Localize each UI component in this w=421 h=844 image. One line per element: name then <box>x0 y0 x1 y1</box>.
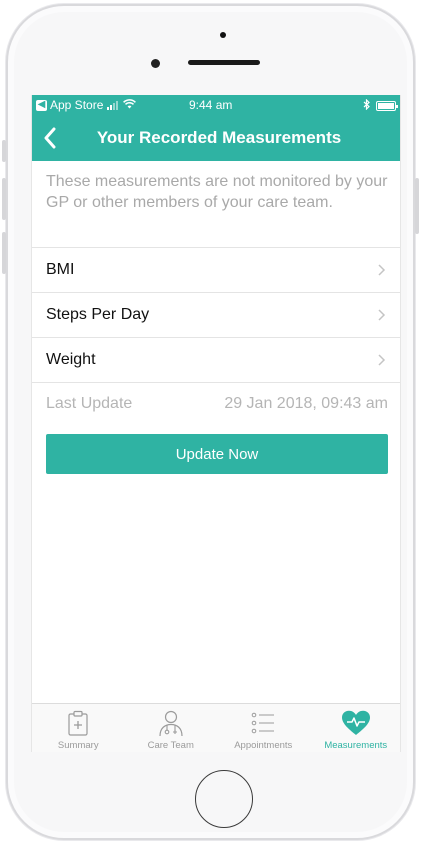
tab-summary[interactable]: Summary <box>32 704 125 752</box>
chevron-right-icon <box>378 354 386 366</box>
list-icon <box>248 708 278 738</box>
tab-bar: Summary Care Team Appointments Measureme… <box>32 703 401 752</box>
back-button[interactable] <box>36 123 64 153</box>
status-time: 9:44 am <box>189 98 233 112</box>
last-update-label: Last Update <box>46 395 133 412</box>
chevron-left-icon <box>44 127 56 149</box>
chevron-right-icon <box>378 264 386 276</box>
doctor-icon <box>156 708 186 738</box>
tab-care-team[interactable]: Care Team <box>125 704 218 752</box>
back-to-app[interactable]: ◀ App Store <box>36 98 137 112</box>
measurement-row-bmi[interactable]: BMI <box>32 248 400 292</box>
home-button[interactable] <box>195 770 253 828</box>
tab-label: Care Team <box>147 740 194 751</box>
earpiece-speaker <box>188 60 260 65</box>
status-right <box>363 98 398 113</box>
bluetooth-icon <box>363 98 370 113</box>
navigation-bar: Your Recorded Measurements <box>32 115 400 161</box>
measurement-row-weight[interactable]: Weight <box>32 338 400 382</box>
front-camera <box>151 59 160 68</box>
clipboard-icon <box>63 708 93 738</box>
tab-label: Appointments <box>234 740 293 751</box>
volume-down-button <box>2 232 6 274</box>
measurement-label: Weight <box>46 351 96 368</box>
power-button <box>415 178 419 234</box>
tab-label: Measurements <box>324 740 388 751</box>
sensor-dot <box>220 32 226 38</box>
monitoring-notice: These measurements are not monitored by … <box>46 173 388 211</box>
battery-icon <box>376 101 398 111</box>
tab-measurements[interactable]: Measurements <box>310 704 401 752</box>
tab-label: Summary <box>57 740 99 751</box>
tab-appointments[interactable]: Appointments <box>217 704 310 752</box>
signal-icon <box>107 100 119 110</box>
heart-pulse-icon <box>341 708 371 738</box>
last-update-row: Last Update 29 Jan 2018, 09:43 am <box>32 382 400 426</box>
back-app-label: App Store <box>50 98 104 112</box>
app-screen: ◀ App Store 9:44 am Your Recorded Measur… <box>31 95 401 752</box>
page-title: Your Recorded Measurements <box>96 128 342 147</box>
back-arrow-icon: ◀ <box>36 99 47 111</box>
volume-up-button <box>2 178 6 220</box>
measurement-label: BMI <box>46 261 75 278</box>
status-bar: ◀ App Store 9:44 am <box>32 95 400 115</box>
last-update-value: 29 Jan 2018, 09:43 am <box>224 395 388 412</box>
chevron-right-icon <box>378 309 386 321</box>
wifi-icon <box>123 98 137 112</box>
measurement-label: Steps Per Day <box>46 306 150 323</box>
mute-switch <box>2 140 6 162</box>
update-now-button[interactable]: Update Now <box>46 434 388 474</box>
measurement-row-steps[interactable]: Steps Per Day <box>32 293 400 337</box>
